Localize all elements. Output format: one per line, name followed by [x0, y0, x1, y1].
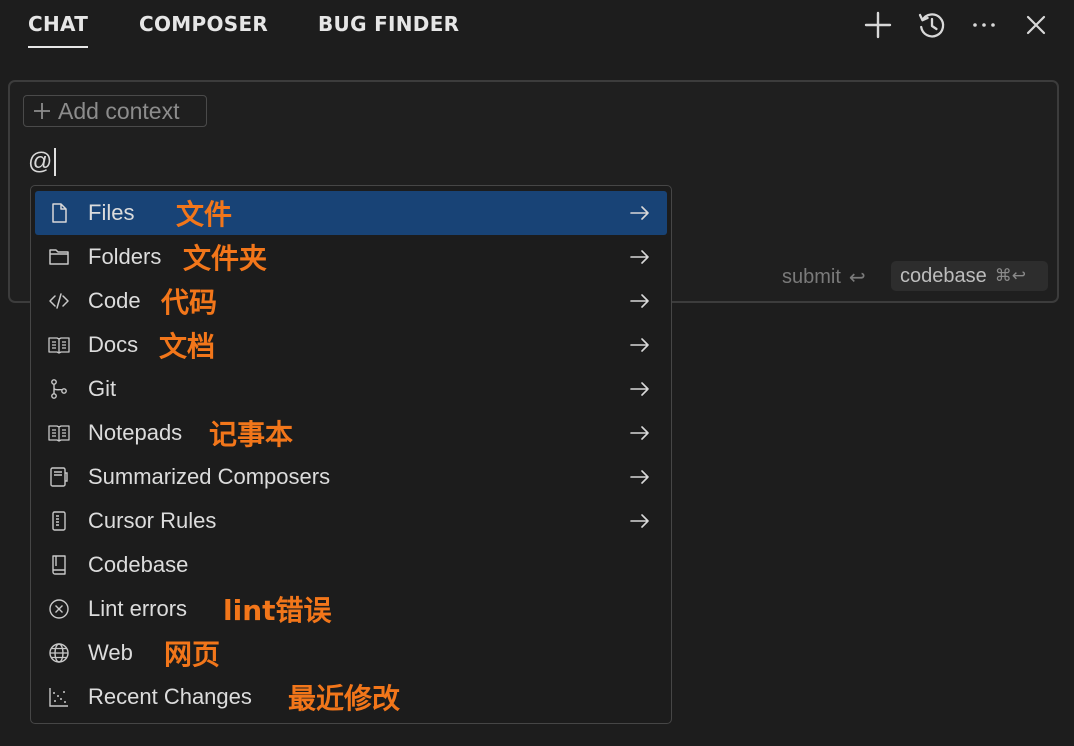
- recent-changes-icon: [47, 685, 71, 709]
- add-context-label: Add context: [58, 97, 180, 124]
- annotation-label: 最近修改: [288, 682, 401, 715]
- menu-item-files[interactable]: Files 文件: [35, 191, 667, 235]
- add-context-button[interactable]: Add context: [23, 95, 207, 127]
- tab-chat[interactable]: CHAT: [28, 12, 89, 48]
- menu-item-label: Notepads: [88, 420, 183, 445]
- annotation-label: 文件夹: [183, 242, 268, 275]
- history-icon[interactable]: [916, 9, 948, 41]
- tab-composer-label: COMPOSER: [139, 12, 269, 36]
- annotation-label: 网页: [164, 638, 221, 671]
- arrow-right-icon: [628, 465, 652, 489]
- plus-icon[interactable]: [862, 9, 894, 41]
- plus-icon: [34, 103, 50, 119]
- submit-hint[interactable]: submit ↩: [782, 265, 866, 290]
- annotation-label: 文档: [159, 330, 216, 363]
- menu-item-codebase[interactable]: Codebase: [35, 543, 667, 587]
- rules-icon: [47, 509, 71, 533]
- text-caret: [54, 148, 57, 176]
- menu-item-git[interactable]: Git: [35, 367, 667, 411]
- menu-item-summarized-composers[interactable]: Summarized Composers: [35, 455, 667, 499]
- codebase-label: codebase: [900, 264, 987, 287]
- tab-chat-label: CHAT: [28, 12, 89, 36]
- codebase-icon: [47, 553, 71, 577]
- arrow-right-icon: [628, 245, 652, 269]
- menu-item-label: Cursor Rules: [88, 508, 217, 533]
- enter-key-icon: ↩: [848, 267, 866, 289]
- book-icon: [47, 333, 71, 357]
- menu-item-code[interactable]: Code 代码: [35, 279, 667, 323]
- menu-item-label: Files: [88, 200, 135, 225]
- menu-item-label: Web: [88, 640, 133, 665]
- more-icon[interactable]: [968, 9, 1000, 41]
- menu-item-recent-changes[interactable]: Recent Changes 最近修改: [35, 675, 667, 719]
- menu-item-docs[interactable]: Docs 文档: [35, 323, 667, 367]
- arrow-right-icon: [628, 333, 652, 357]
- arrow-right-icon: [628, 289, 652, 313]
- menu-item-label: Recent Changes: [88, 684, 252, 709]
- arrow-right-icon: [628, 377, 652, 401]
- menu-item-web[interactable]: Web 网页: [35, 631, 667, 675]
- code-icon: [47, 289, 71, 313]
- composer-icon: [47, 465, 71, 489]
- mention-menu: Files 文件 Folders 文件夹 Code 代码 Docs 文档 Git…: [30, 185, 672, 724]
- menu-item-cursor-rules[interactable]: Cursor Rules: [35, 499, 667, 543]
- menu-item-lint-errors[interactable]: Lint errors lint错误: [35, 587, 667, 631]
- menu-item-folders[interactable]: Folders 文件夹: [35, 235, 667, 279]
- annotation-label: lint错误: [223, 594, 332, 627]
- git-branch-icon: [47, 377, 71, 401]
- codebase-shortcut: ⌘↩: [994, 266, 1026, 285]
- tab-bar: CHAT COMPOSER BUG FINDER: [0, 0, 1074, 52]
- annotation-label: 记事本: [209, 418, 294, 451]
- menu-item-label: Git: [88, 376, 117, 401]
- menu-item-label: Lint errors: [88, 596, 188, 621]
- menu-item-label: Code: [88, 288, 141, 313]
- arrow-right-icon: [628, 201, 652, 225]
- menu-item-label: Summarized Composers: [88, 464, 331, 489]
- arrow-right-icon: [628, 509, 652, 533]
- active-tab-indicator: [28, 46, 89, 48]
- globe-icon: [47, 641, 71, 665]
- close-icon[interactable]: [1020, 9, 1052, 41]
- file-icon: [47, 201, 71, 225]
- tab-bug-finder-label: BUG FINDER: [318, 12, 460, 36]
- menu-item-label: Folders: [88, 244, 162, 269]
- menu-item-notepads[interactable]: Notepads 记事本: [35, 411, 667, 455]
- submit-label: submit: [782, 266, 841, 288]
- folder-icon: [47, 245, 71, 269]
- tab-bug-finder[interactable]: BUG FINDER: [318, 12, 459, 36]
- annotation-label: 代码: [161, 286, 218, 319]
- menu-item-label: Codebase: [88, 552, 189, 577]
- chat-pane: CHAT COMPOSER BUG FINDER Add context @ s…: [0, 0, 1074, 746]
- chat-input-value: @: [28, 148, 53, 175]
- annotation-label: 文件: [176, 198, 233, 231]
- tab-composer[interactable]: COMPOSER: [139, 12, 268, 36]
- arrow-right-icon: [628, 421, 652, 445]
- notepad-icon: [47, 421, 71, 445]
- error-circle-icon: [47, 597, 71, 621]
- codebase-button[interactable]: codebase ⌘↩: [891, 261, 1048, 291]
- menu-item-label: Docs: [88, 332, 139, 357]
- chat-input[interactable]: @: [28, 148, 57, 176]
